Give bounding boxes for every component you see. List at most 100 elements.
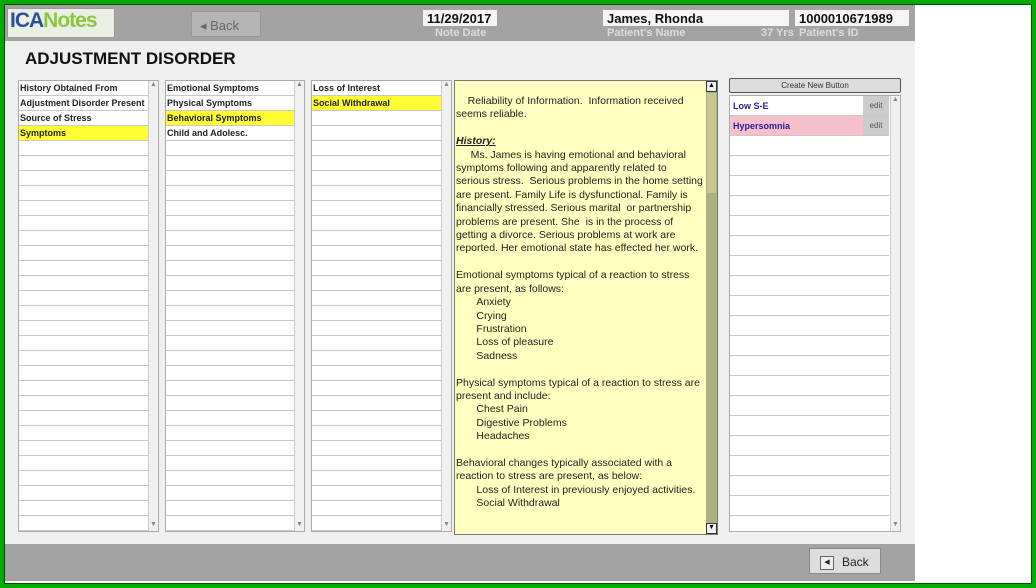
list-item[interactable] [166,516,294,531]
list-item[interactable] [312,426,441,441]
list-item[interactable] [19,231,148,246]
scroll-down-icon[interactable]: ▼ [295,521,304,531]
list-item[interactable] [166,156,294,171]
list-item[interactable] [730,436,889,456]
list-item[interactable] [19,411,148,426]
list-item[interactable] [730,516,889,531]
list-item[interactable] [312,216,441,231]
list-sections[interactable]: History Obtained From Adjustment Disorder… [18,80,159,532]
list-item[interactable] [312,126,441,141]
list-item[interactable] [166,456,294,471]
list-item[interactable] [166,426,294,441]
list-item[interactable] [166,261,294,276]
list-item[interactable] [730,256,889,276]
list-item[interactable] [730,476,889,496]
list-symptom-types[interactable]: Emotional Symptoms Physical Symptoms Behav… [165,80,305,532]
list-item[interactable] [166,471,294,486]
create-new-button[interactable]: Create New Button [729,78,901,93]
list-item[interactable] [166,216,294,231]
list-item[interactable] [166,486,294,501]
scroll-up-icon[interactable]: ▲ [706,81,717,92]
list-item[interactable] [166,186,294,201]
list-item[interactable] [166,306,294,321]
list-item[interactable] [312,396,441,411]
list-item[interactable] [19,381,148,396]
list-behavioral-items[interactable]: Loss of Interest Social Withdrawal ▲ ▼ [311,80,452,532]
list-item[interactable] [166,141,294,156]
list-item[interactable] [19,171,148,186]
list-item[interactable] [312,186,441,201]
note-text-area[interactable]: Reliability of Information. Information … [454,80,718,535]
list-item[interactable] [312,336,441,351]
list-item[interactable] [19,486,148,501]
list-item[interactable] [312,276,441,291]
list-item[interactable]: Symptoms [19,126,148,141]
list-item[interactable] [312,156,441,171]
list-item[interactable] [19,201,148,216]
list-item[interactable] [19,141,148,156]
list-item[interactable]: Child and Adolesc. [166,126,294,141]
scroll-up-icon[interactable]: ▲ [149,81,158,91]
list-item[interactable]: Behavioral Symptoms [166,111,294,126]
list-item[interactable] [19,366,148,381]
list-item[interactable] [19,471,148,486]
patient-name-field[interactable]: James, Rhonda [603,10,789,26]
list-item[interactable] [312,351,441,366]
list-item[interactable] [312,441,441,456]
scroll-down-icon[interactable]: ▼ [706,523,717,534]
list-item[interactable] [730,176,889,196]
list-item[interactable] [166,396,294,411]
scroll-down-icon[interactable]: ▼ [891,521,900,531]
list-item[interactable] [19,426,148,441]
list-item[interactable] [19,261,148,276]
list-item[interactable] [312,171,441,186]
list-item[interactable] [730,196,889,216]
scrollbar[interactable]: ▲ ▼ [148,81,158,531]
list-item[interactable] [730,296,889,316]
list-item[interactable] [166,276,294,291]
list-item[interactable] [730,156,889,176]
list-item[interactable] [312,141,441,156]
list-item[interactable] [312,411,441,426]
list-item[interactable] [730,356,889,376]
list-item[interactable] [166,201,294,216]
list-item[interactable] [312,471,441,486]
top-back-button[interactable]: ◂ Back [191,11,261,37]
list-item[interactable] [19,501,148,516]
list-item[interactable] [166,231,294,246]
list-item[interactable] [166,171,294,186]
list-item[interactable] [312,366,441,381]
list-item[interactable] [166,291,294,306]
list-item[interactable] [19,156,148,171]
list-item[interactable] [19,321,148,336]
custom-button-item[interactable]: Low S-E edit [730,96,889,116]
list-item[interactable] [730,336,889,356]
list-item[interactable] [730,276,889,296]
list-item[interactable] [730,396,889,416]
list-item[interactable] [19,516,148,531]
list-item[interactable] [19,276,148,291]
list-item[interactable] [166,336,294,351]
custom-button-list[interactable]: Low S-E edit Hypersomnia edit ▲ ▼ [729,95,901,532]
list-item[interactable] [19,216,148,231]
list-item[interactable] [312,246,441,261]
scroll-up-icon[interactable]: ▲ [442,81,451,91]
list-item[interactable] [19,336,148,351]
list-item[interactable] [166,501,294,516]
note-date-field[interactable]: 11/29/2017 [423,10,497,26]
list-item[interactable] [730,496,889,516]
list-item[interactable] [312,261,441,276]
scrollbar[interactable]: ▲ ▼ [890,96,900,531]
list-item[interactable] [166,411,294,426]
list-item[interactable] [19,351,148,366]
list-item[interactable] [19,306,148,321]
note-scrollbar[interactable]: ▲ ▼ [706,81,717,534]
list-item[interactable] [312,486,441,501]
edit-button[interactable]: edit [863,96,889,115]
list-item[interactable] [19,246,148,261]
list-item[interactable] [166,366,294,381]
list-item[interactable] [19,186,148,201]
list-item[interactable] [730,236,889,256]
list-item[interactable] [166,351,294,366]
list-item[interactable] [312,231,441,246]
